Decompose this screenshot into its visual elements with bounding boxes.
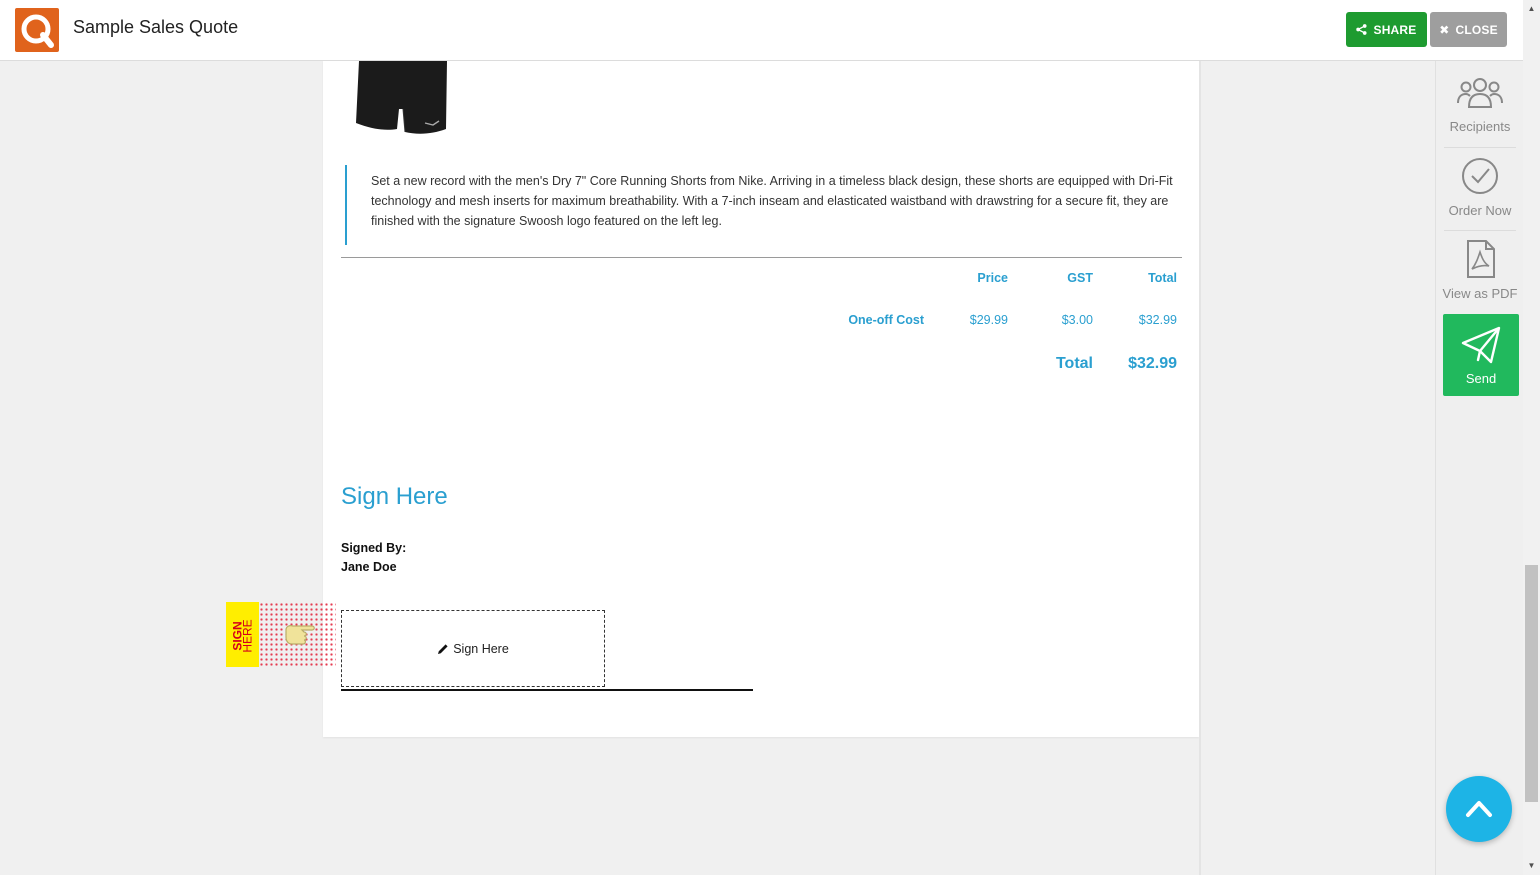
app-logo xyxy=(15,8,59,52)
share-label: SHARE xyxy=(1373,22,1417,37)
signature-box[interactable]: Sign Here xyxy=(341,610,605,687)
price-column-header: Price xyxy=(977,271,1008,285)
page-title: Sample Sales Quote xyxy=(73,17,239,37)
sign-tag-line2: HERE xyxy=(240,619,255,653)
recipients-icon xyxy=(1457,78,1503,108)
pointing-hand-icon xyxy=(285,625,315,645)
section-divider xyxy=(341,257,1182,258)
product-description: Set a new record with the men's Dry 7" C… xyxy=(345,165,1177,245)
row-total-value: $32.99 xyxy=(1138,313,1177,327)
close-button[interactable]: ✖ CLOSE xyxy=(1430,12,1507,47)
checkmark-circle-icon xyxy=(1462,158,1498,194)
price-value: $29.99 xyxy=(969,313,1008,327)
sign-tag-text: SIGN HERE xyxy=(231,604,255,669)
sign-here-heading: Sign Here xyxy=(341,483,448,510)
signed-by-label: Signed By: xyxy=(341,541,407,555)
one-off-cost-label: One-off Cost xyxy=(848,313,924,327)
quote-document: Set a new record with the men's Dry 7" C… xyxy=(323,61,1199,737)
document-edge xyxy=(1199,61,1201,875)
total-column-header: Total xyxy=(1148,271,1177,285)
sign-here-tag[interactable]: SIGN HERE xyxy=(226,602,336,667)
chevron-up-icon xyxy=(1466,801,1492,817)
pencil-icon xyxy=(438,643,448,654)
share-button[interactable]: SHARE xyxy=(1346,12,1427,47)
gst-column-header: GST xyxy=(1067,271,1093,285)
close-label: CLOSE xyxy=(1455,22,1498,37)
send-button[interactable]: Send xyxy=(1443,314,1519,396)
paper-plane-icon xyxy=(1461,326,1501,364)
right-sidebar: Recipients Order Now View as PDF Send xyxy=(1435,61,1523,875)
view-as-pdf-button[interactable]: View as PDF xyxy=(1436,230,1524,310)
recipients-label: Recipients xyxy=(1449,119,1511,134)
recipients-button[interactable]: Recipients xyxy=(1436,63,1524,143)
scroll-to-top-button[interactable] xyxy=(1446,776,1512,842)
view-as-pdf-label: View as PDF xyxy=(1442,286,1518,301)
grand-total-value: $32.99 xyxy=(1128,355,1177,372)
grand-total-label: Total xyxy=(1055,355,1093,372)
close-icon: ✖ xyxy=(1439,22,1450,37)
scroll-down-arrow-icon[interactable]: ▼ xyxy=(1523,859,1540,873)
scrollbar-thumb[interactable] xyxy=(1525,565,1538,802)
logo-icon xyxy=(21,14,54,48)
signer-name: Jane Doe xyxy=(341,560,397,574)
vertical-scrollbar[interactable]: ▲ ▼ xyxy=(1523,0,1540,875)
gst-value: $3.00 xyxy=(1061,313,1093,327)
top-header: Sample Sales Quote SHARE ✖ CLOSE xyxy=(0,0,1523,61)
scroll-up-arrow-icon[interactable]: ▲ xyxy=(1523,2,1540,16)
send-label: Send xyxy=(1465,371,1497,386)
signature-line xyxy=(341,689,753,691)
share-icon xyxy=(1356,24,1368,35)
signature-box-label: Sign Here xyxy=(453,641,509,656)
order-now-label: Order Now xyxy=(1448,203,1512,218)
order-now-button[interactable]: Order Now xyxy=(1436,147,1524,227)
pdf-file-icon xyxy=(1467,240,1495,278)
product-image-shorts xyxy=(356,61,447,134)
